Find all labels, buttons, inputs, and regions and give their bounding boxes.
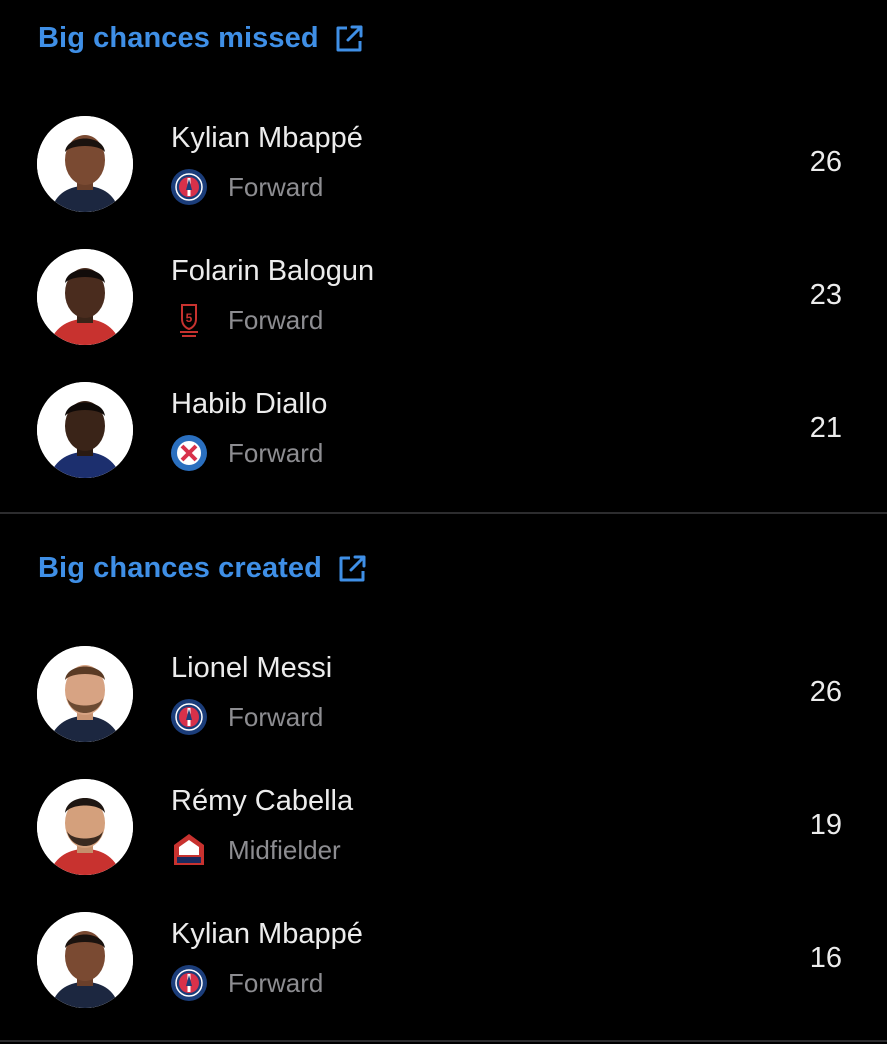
player-avatar — [37, 646, 133, 742]
stat-value: 26 — [809, 676, 842, 708]
player-position: Forward — [228, 702, 324, 732]
player-name: Folarin Balogun — [171, 255, 375, 287]
external-link-icon[interactable] — [336, 553, 368, 585]
player-row[interactable]: Kylian Mbappé Forward 26 — [0, 112, 887, 245]
big-chances-missed-header[interactable]: Big chances missed — [38, 22, 365, 55]
big-chances-created-header[interactable]: Big chances created — [38, 552, 368, 585]
player-avatar — [37, 116, 133, 212]
player-avatar — [37, 249, 133, 345]
player-avatar — [37, 779, 133, 875]
player-position: Forward — [228, 305, 324, 335]
section-title: Big chances missed — [38, 22, 319, 54]
reims-badge-icon: 5 — [180, 304, 198, 337]
player-avatar — [37, 912, 133, 1008]
player-position: Forward — [228, 172, 324, 202]
stat-value: 23 — [809, 279, 842, 311]
stat-value: 16 — [809, 942, 842, 974]
stat-value: 19 — [809, 809, 842, 841]
big-chances-missed-section: Big chances missed Kylian Mbappé Forward… — [0, 0, 887, 512]
player-avatar — [37, 382, 133, 478]
player-row[interactable]: Lionel Messi Forward 26 — [0, 642, 887, 775]
external-link-icon[interactable] — [333, 23, 365, 55]
player-position: Forward — [228, 968, 324, 998]
bottom-divider — [0, 1040, 887, 1042]
psg-badge-icon — [171, 169, 207, 205]
player-name: Rémy Cabella — [171, 785, 354, 817]
strasbourg-badge-icon — [171, 435, 207, 471]
player-position: Midfielder — [228, 835, 341, 865]
big-chances-created-section: Big chances created Lionel Messi Forward… — [0, 514, 887, 1044]
stat-value: 21 — [809, 412, 842, 444]
psg-badge-icon — [171, 699, 207, 735]
player-position: Forward — [228, 438, 324, 468]
player-name: Lionel Messi — [171, 652, 333, 684]
stat-value: 26 — [809, 146, 842, 178]
svg-text:5: 5 — [186, 311, 193, 325]
psg-badge-icon — [171, 965, 207, 1001]
player-name: Kylian Mbappé — [171, 122, 363, 154]
player-row[interactable]: Folarin Balogun 5 Forward 23 — [0, 245, 887, 378]
section-title: Big chances created — [38, 552, 322, 584]
lille-badge-icon — [174, 834, 204, 865]
player-name: Habib Diallo — [171, 388, 328, 420]
player-name: Kylian Mbappé — [171, 918, 363, 950]
player-row[interactable]: Kylian Mbappé Forward 16 — [0, 908, 887, 1041]
player-row[interactable]: Habib Diallo Forward 21 — [0, 378, 887, 511]
player-row[interactable]: Rémy Cabella Midfielder 19 — [0, 775, 887, 908]
